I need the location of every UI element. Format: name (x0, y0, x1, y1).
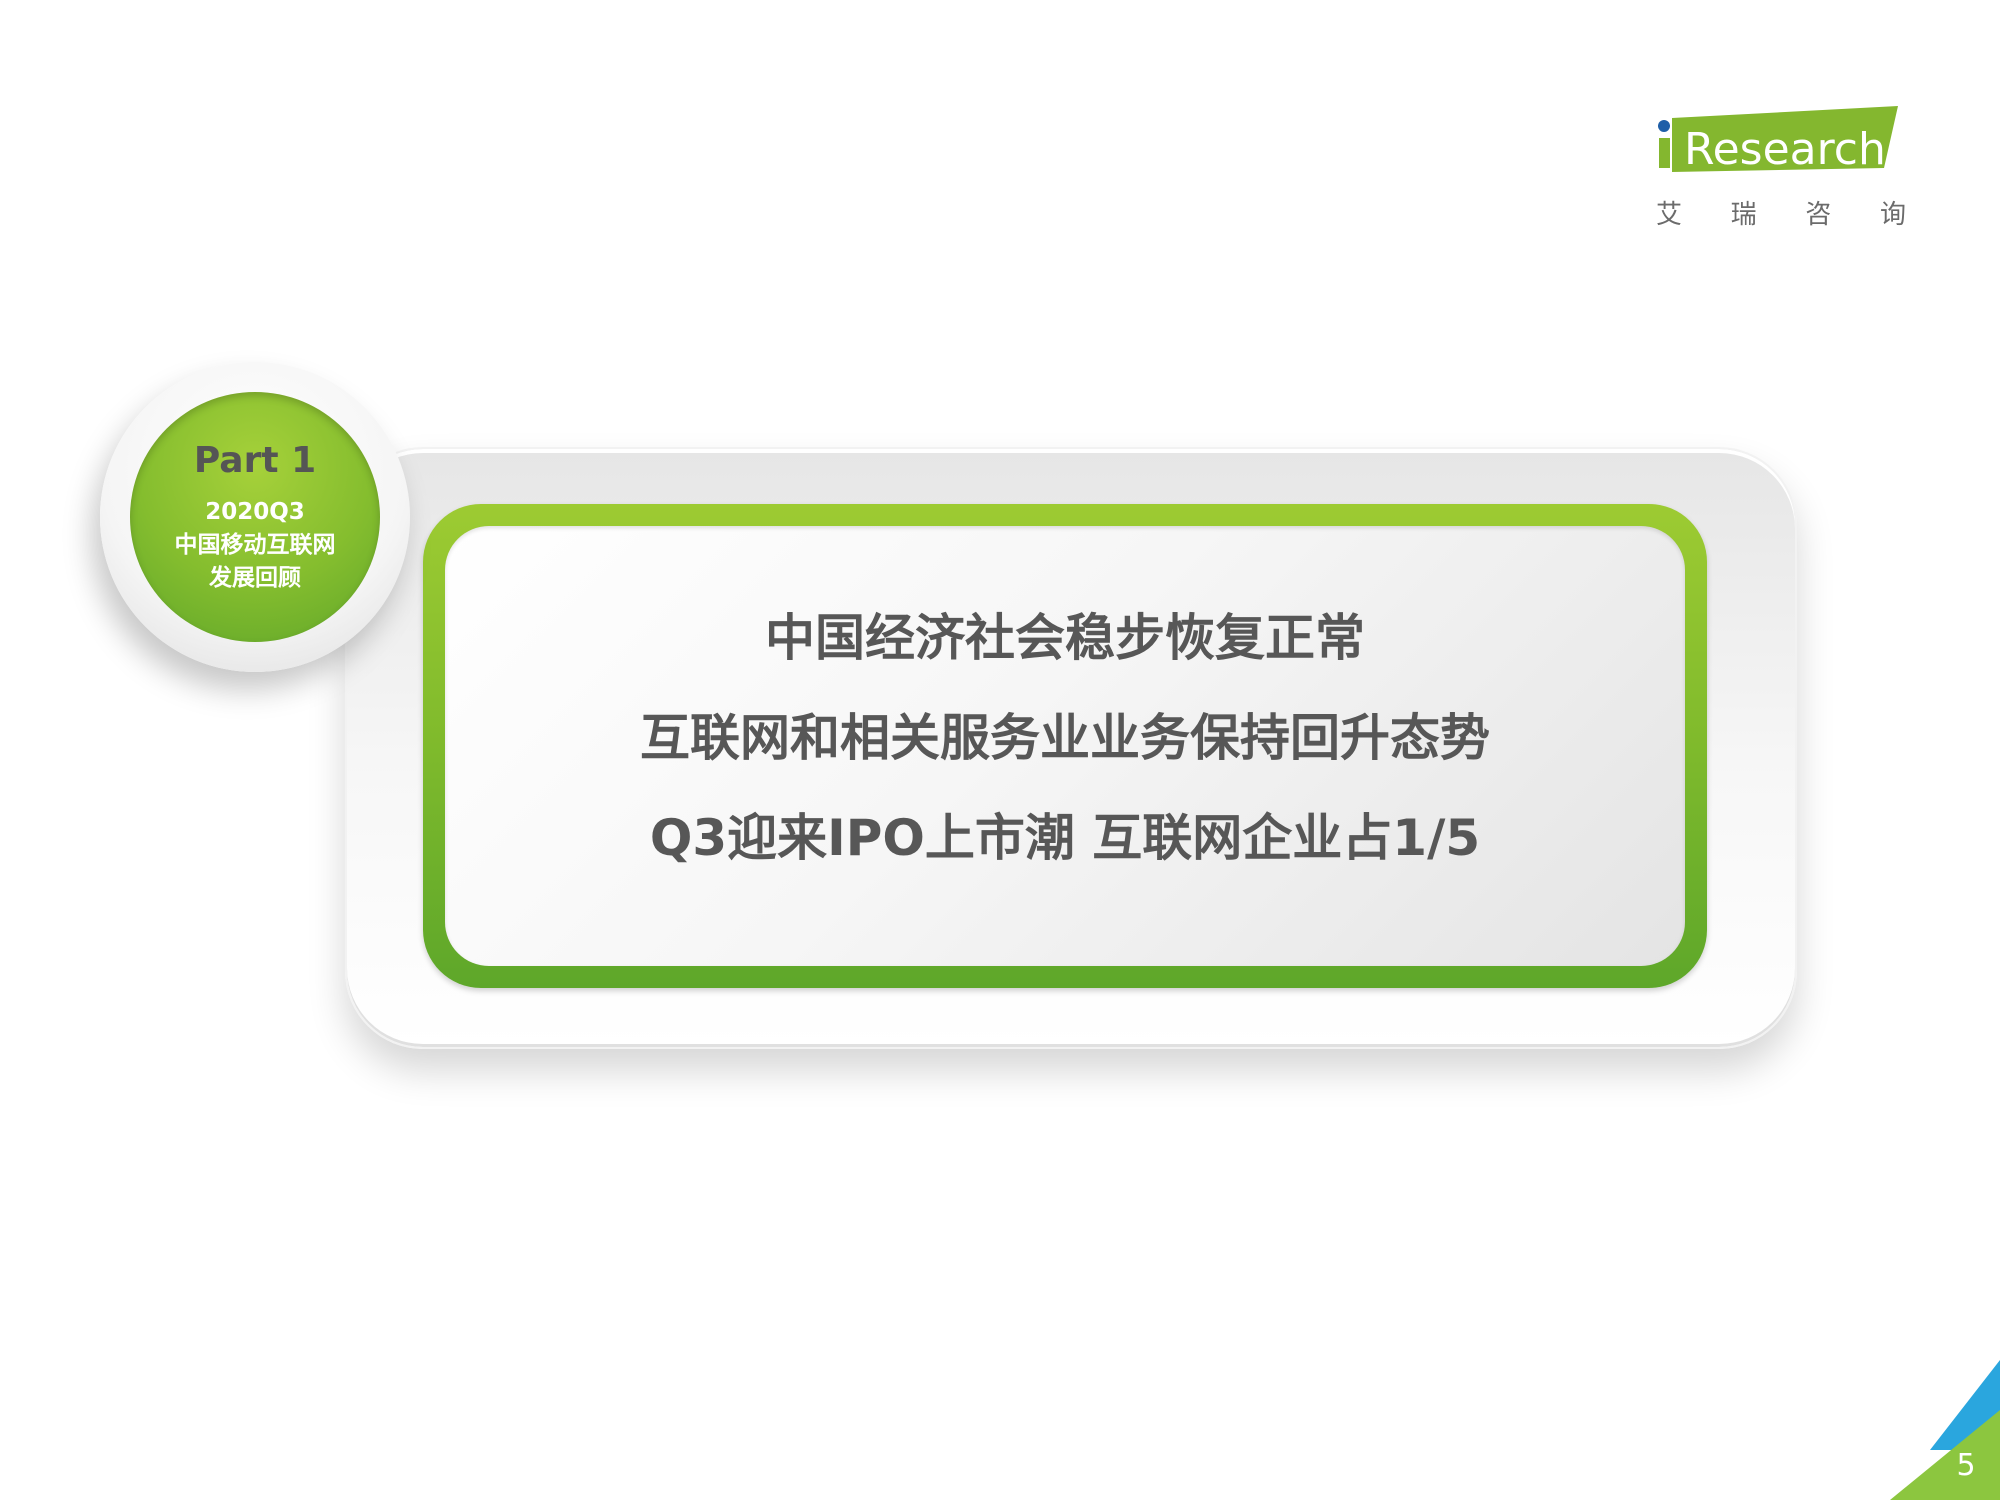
logo-cn-char: 咨 (1805, 200, 1832, 230)
logo-cn-char: 瑞 (1730, 200, 1757, 230)
headline-line-3: Q3迎来IPO上市潮 互联网企业占1/5 (649, 809, 1481, 867)
part-label: Part 1 (193, 440, 317, 481)
part-subtitle-line-1: 2020Q3 (205, 499, 305, 525)
logo-cn-char: 询 (1879, 200, 1906, 230)
logo-wordmark: Research (1684, 124, 1886, 175)
slide: Research 艾 瑞 咨 询 中国经济社会稳步恢复正常 互联网和相关服务业业… (0, 0, 2000, 1500)
part-subtitle-line-2: 中国移动互联网 (174, 532, 336, 558)
logo-cn-char: 艾 (1656, 200, 1683, 230)
iresearch-logo: Research 艾 瑞 咨 询 (1648, 100, 1908, 235)
logo-chinese-name: 艾 瑞 咨 询 (1656, 194, 1906, 231)
headline-line-1: 中国经济社会稳步恢复正常 (765, 609, 1365, 667)
part-subtitle-line-3: 发展回顾 (209, 565, 301, 591)
logo-i-stem-icon (1659, 138, 1670, 168)
page-number: 5 (1956, 1448, 1976, 1483)
headline-line-2: 互联网和相关服务业业务保持回升态势 (640, 709, 1490, 767)
logo-i-dot-icon (1658, 120, 1670, 132)
